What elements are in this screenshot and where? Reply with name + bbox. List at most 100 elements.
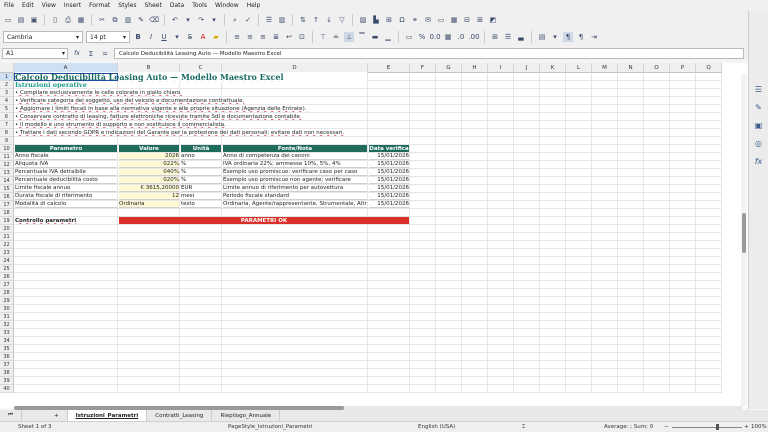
column-header-j[interactable]: J <box>514 63 540 73</box>
row-header-23[interactable]: 23 <box>0 249 14 257</box>
table-cell[interactable]: IVA ordinaria 22%; ammesse 10%, 5%, 4% <box>223 161 367 168</box>
navigator-icon[interactable]: ◎ <box>754 138 764 148</box>
language[interactable]: English (USA) <box>418 424 455 430</box>
row-header-37[interactable]: 37 <box>0 361 14 369</box>
align-center-icon[interactable]: ≡ <box>245 32 255 42</box>
table-header-cell[interactable]: Unità <box>181 145 221 152</box>
row-header-19[interactable]: 19 <box>0 217 14 225</box>
table-cell[interactable]: Aliquota IVA <box>15 161 117 168</box>
column-header-g[interactable]: G <box>436 63 462 73</box>
new-icon[interactable]: ▭ <box>3 15 13 25</box>
gallery-icon[interactable]: ▣ <box>754 120 764 130</box>
remove-decimal-icon[interactable]: .00 <box>468 32 479 42</box>
redo-icon[interactable]: ↷ <box>196 15 206 25</box>
menu-edit[interactable]: Edit <box>22 2 34 9</box>
select-all-corner[interactable] <box>0 63 14 73</box>
font-name-combo[interactable]: Cambria ▾ <box>3 31 83 43</box>
spelling-icon[interactable]: ✓ <box>243 15 253 25</box>
formula-input[interactable]: Calcolo Deducibilità Leasing Auto — Mode… <box>114 48 744 59</box>
open-icon[interactable]: ▤ <box>16 15 26 25</box>
table-cell[interactable]: 2026 <box>119 153 179 160</box>
underline-dropdown-icon[interactable]: ▾ <box>172 32 182 42</box>
row-header-3[interactable]: 3 <box>0 89 14 97</box>
row-header-31[interactable]: 31 <box>0 313 14 321</box>
align-right-icon[interactable]: ≡ <box>258 32 268 42</box>
conditional-format-icon[interactable]: ▤ <box>537 32 547 42</box>
table-cell[interactable]: mesi <box>181 193 221 200</box>
menu-data[interactable]: Data <box>170 2 184 9</box>
row-header-10[interactable]: 10 <box>0 145 14 153</box>
active-cell-cursor[interactable] <box>14 73 118 81</box>
indent-icon[interactable]: ⇥ <box>589 32 599 42</box>
table-cell[interactable]: Limite fiscale annuo <box>15 185 117 192</box>
insert-chart-icon[interactable]: ▙ <box>371 15 381 25</box>
number-format-icon[interactable]: 0.0 <box>429 32 440 42</box>
menu-insert[interactable]: Insert <box>64 2 81 9</box>
align-middle-icon[interactable]: ≐ <box>331 32 341 42</box>
border-bottom-icon[interactable]: ▁ <box>383 32 393 42</box>
name-box[interactable]: A1 ▾ <box>2 48 68 59</box>
row-header-22[interactable]: 22 <box>0 241 14 249</box>
check-parameters-status[interactable]: PARAMETRI OK <box>119 217 409 224</box>
menu-window[interactable]: Window <box>215 2 239 9</box>
tab-istruzioni-parametri[interactable]: Istruzioni_Parametri <box>67 410 148 421</box>
row-header-13[interactable]: 13 <box>0 169 14 177</box>
row-header-29[interactable]: 29 <box>0 297 14 305</box>
table-cell[interactable]: € 3615,20000 <box>119 185 179 192</box>
table-cell[interactable]: Durata fiscale di riferimento <box>15 193 117 200</box>
table-cell[interactable]: % <box>181 169 221 176</box>
table-cell[interactable]: testo <box>181 201 221 208</box>
add-decimal-icon[interactable]: .0 <box>456 32 466 42</box>
table-cell[interactable]: anno <box>181 153 221 160</box>
column-header-o[interactable]: O <box>644 63 670 73</box>
print-preview-icon[interactable]: ▦ <box>76 15 86 25</box>
instruction-line[interactable]: • Verificare categoria del soggetto, uso… <box>15 97 461 104</box>
styles-icon[interactable]: ✎ <box>754 102 764 112</box>
table-cell[interactable]: Periodo fiscale standard <box>223 193 367 200</box>
table-header-cell[interactable]: Valore <box>119 145 179 152</box>
table-cell[interactable]: % <box>181 161 221 168</box>
table-cell[interactable]: Ordinaria, Agente/rappresentante, Strume… <box>223 201 367 208</box>
undo-dropdown-icon[interactable]: ▾ <box>183 15 193 25</box>
row-header-33[interactable]: 33 <box>0 329 14 337</box>
table-cell[interactable]: Ordinaria <box>119 201 179 208</box>
row-header-2[interactable]: 2 <box>0 81 14 89</box>
underline-button[interactable]: U <box>159 32 169 42</box>
comment-icon[interactable]: ✉ <box>423 15 433 25</box>
clear-format-icon[interactable]: ⌫ <box>149 15 159 25</box>
table-cell[interactable]: Percentuale deducibilità costo <box>15 177 117 184</box>
row-header-8[interactable]: 8 <box>0 129 14 137</box>
table-cell[interactable]: EUR <box>181 185 221 192</box>
row-header-35[interactable]: 35 <box>0 345 14 353</box>
instructions-heading[interactable]: Istruzioni operative <box>15 81 221 88</box>
selection-mode-icon[interactable]: ⌶ <box>522 424 525 431</box>
zoom-out-icon[interactable]: − <box>664 424 669 430</box>
table-cell[interactable]: Esempio uso promiscuo: verificare caso p… <box>223 169 367 176</box>
menu-view[interactable]: View <box>42 2 56 9</box>
row-header-5[interactable]: 5 <box>0 105 14 113</box>
properties-icon[interactable]: ☰ <box>754 84 764 94</box>
table-header-cell[interactable]: Data verifica <box>369 145 409 152</box>
menu-file[interactable]: File <box>4 2 14 9</box>
align-bottom-icon[interactable]: ⊥ <box>344 32 354 42</box>
column-header-q[interactable]: Q <box>696 63 722 73</box>
undo-icon[interactable]: ↶ <box>170 15 180 25</box>
row-header-17[interactable]: 17 <box>0 201 14 209</box>
column-header-l[interactable]: L <box>566 63 592 73</box>
menu-help[interactable]: Help <box>247 2 261 9</box>
table-cell[interactable]: Limite annuo di riferimento per autovett… <box>223 185 367 192</box>
row-header-9[interactable]: 9 <box>0 137 14 145</box>
zoom-slider-thumb[interactable] <box>716 424 719 430</box>
instruction-line[interactable]: • Aggiornare i limiti fiscali in base al… <box>15 105 461 112</box>
menu-tools[interactable]: Tools <box>192 2 207 9</box>
column-header-n[interactable]: N <box>618 63 644 73</box>
instruction-line[interactable]: • Compilare esclusivamente le celle colo… <box>15 89 461 96</box>
row-header-27[interactable]: 27 <box>0 281 14 289</box>
row-header-12[interactable]: 12 <box>0 161 14 169</box>
table-header-cell[interactable]: Parametro <box>15 145 117 152</box>
column-header-p[interactable]: P <box>670 63 696 73</box>
functions-icon[interactable]: fx <box>754 156 764 166</box>
tab-riepilogo-annuale[interactable]: Riepilogo_Annuale <box>212 410 281 421</box>
row-header-39[interactable]: 39 <box>0 377 14 385</box>
table-cell[interactable]: 15/01/2026 <box>369 153 409 160</box>
